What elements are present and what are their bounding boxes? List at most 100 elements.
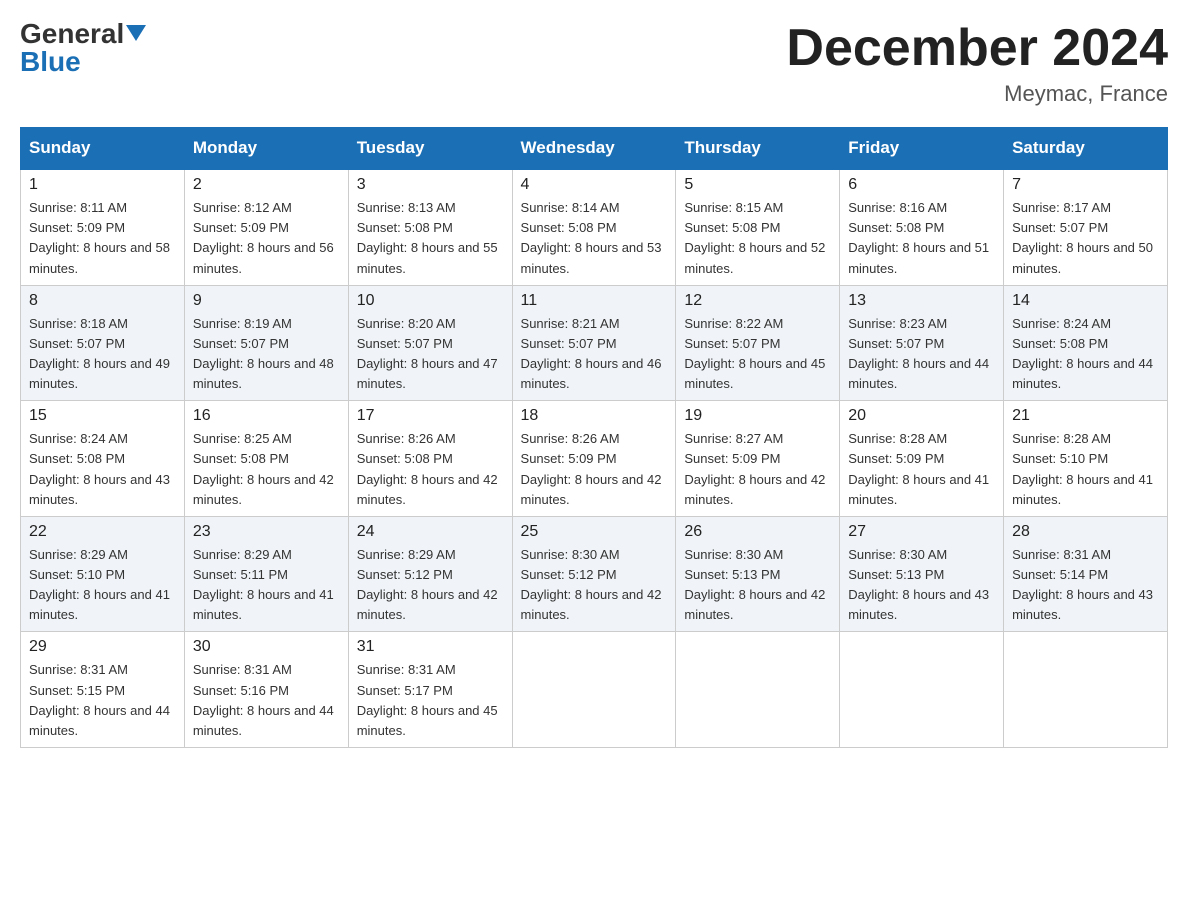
day-info: Sunrise: 8:24 AMSunset: 5:08 PMDaylight:… [29, 429, 176, 510]
day-number: 19 [684, 407, 831, 425]
table-row: 27 Sunrise: 8:30 AMSunset: 5:13 PMDayligh… [840, 516, 1004, 632]
table-row: 20Sunrise: 8:28 AMSunset: 5:09 PMDayligh… [840, 401, 1004, 517]
day-info: Sunrise: 8:24 AMSunset: 5:08 PMDaylight:… [1012, 314, 1159, 395]
table-row: 10 Sunrise: 8:20 AMSunset: 5:07 PMDayligh… [348, 285, 512, 401]
col-friday: Friday [840, 128, 1004, 170]
table-row [512, 632, 676, 748]
title-section: December 2024 Meymac, France [786, 20, 1168, 107]
day-info: Sunrise: 8:25 AMSunset: 5:08 PMDaylight:… [193, 429, 340, 510]
logo-general-text: General [20, 20, 146, 48]
day-number: 30 [193, 638, 340, 656]
day-info: Sunrise: 8:26 AMSunset: 5:09 PMDaylight:… [521, 429, 668, 510]
table-row: 22 Sunrise: 8:29 AMSunset: 5:10 PMDayligh… [21, 516, 185, 632]
day-number: 28 [1012, 523, 1159, 541]
day-info: Sunrise: 8:29 AMSunset: 5:11 PMDaylight:… [193, 545, 340, 626]
table-row: 19Sunrise: 8:27 AMSunset: 5:09 PMDayligh… [676, 401, 840, 517]
day-info: Sunrise: 8:30 AMSunset: 5:13 PMDaylight:… [684, 545, 831, 626]
table-row: 23 Sunrise: 8:29 AMSunset: 5:11 PMDayligh… [184, 516, 348, 632]
table-row: 17 Sunrise: 8:26 AMSunset: 5:08 PMDayligh… [348, 401, 512, 517]
table-row: 31Sunrise: 8:31 AMSunset: 5:17 PMDayligh… [348, 632, 512, 748]
day-number: 13 [848, 292, 995, 310]
table-row: 18 Sunrise: 8:26 AMSunset: 5:09 PMDayligh… [512, 401, 676, 517]
day-info: Sunrise: 8:26 AMSunset: 5:08 PMDaylight:… [357, 429, 504, 510]
day-number: 8 [29, 292, 176, 310]
table-row: 14 Sunrise: 8:24 AMSunset: 5:08 PMDayligh… [1004, 285, 1168, 401]
day-number: 1 [29, 176, 176, 194]
day-info: Sunrise: 8:23 AMSunset: 5:07 PMDaylight:… [848, 314, 995, 395]
day-number: 22 [29, 523, 176, 541]
calendar-week-row: 1 Sunrise: 8:11 AMSunset: 5:09 PMDaylight… [21, 169, 1168, 285]
table-row: 1 Sunrise: 8:11 AMSunset: 5:09 PMDaylight… [21, 169, 185, 285]
table-row [840, 632, 1004, 748]
day-number: 2 [193, 176, 340, 194]
month-title: December 2024 [786, 20, 1168, 77]
day-info: Sunrise: 8:30 AMSunset: 5:12 PMDaylight:… [521, 545, 668, 626]
day-number: 18 [521, 407, 668, 425]
table-row: 30 Sunrise: 8:31 AMSunset: 5:16 PMDayligh… [184, 632, 348, 748]
day-number: 17 [357, 407, 504, 425]
table-row: 7Sunrise: 8:17 AMSunset: 5:07 PMDaylight… [1004, 169, 1168, 285]
col-saturday: Saturday [1004, 128, 1168, 170]
day-number: 11 [521, 292, 668, 310]
logo: General Blue [20, 20, 146, 76]
day-info: Sunrise: 8:11 AMSunset: 5:09 PMDaylight:… [29, 198, 176, 279]
table-row: 24 Sunrise: 8:29 AMSunset: 5:12 PMDayligh… [348, 516, 512, 632]
calendar-week-row: 22 Sunrise: 8:29 AMSunset: 5:10 PMDayligh… [21, 516, 1168, 632]
day-number: 3 [357, 176, 504, 194]
day-number: 29 [29, 638, 176, 656]
table-row: 28 Sunrise: 8:31 AMSunset: 5:14 PMDayligh… [1004, 516, 1168, 632]
table-row: 6Sunrise: 8:16 AMSunset: 5:08 PMDaylight… [840, 169, 1004, 285]
table-row: 4Sunrise: 8:14 AMSunset: 5:08 PMDaylight… [512, 169, 676, 285]
day-number: 21 [1012, 407, 1159, 425]
day-number: 16 [193, 407, 340, 425]
table-row: 16 Sunrise: 8:25 AMSunset: 5:08 PMDayligh… [184, 401, 348, 517]
day-info: Sunrise: 8:19 AMSunset: 5:07 PMDaylight:… [193, 314, 340, 395]
day-number: 15 [29, 407, 176, 425]
day-info: Sunrise: 8:13 AMSunset: 5:08 PMDaylight:… [357, 198, 504, 279]
day-info: Sunrise: 8:21 AMSunset: 5:07 PMDaylight:… [521, 314, 668, 395]
day-info: Sunrise: 8:14 AMSunset: 5:08 PMDaylight:… [521, 198, 668, 279]
table-row [1004, 632, 1168, 748]
table-row: 8Sunrise: 8:18 AMSunset: 5:07 PMDaylight… [21, 285, 185, 401]
calendar-week-row: 15 Sunrise: 8:24 AMSunset: 5:08 PMDayligh… [21, 401, 1168, 517]
day-info: Sunrise: 8:31 AMSunset: 5:17 PMDaylight:… [357, 660, 504, 741]
day-number: 20 [848, 407, 995, 425]
day-info: Sunrise: 8:31 AMSunset: 5:14 PMDaylight:… [1012, 545, 1159, 626]
logo-blue-text: Blue [20, 48, 146, 76]
col-tuesday: Tuesday [348, 128, 512, 170]
calendar-week-row: 29Sunrise: 8:31 AMSunset: 5:15 PMDayligh… [21, 632, 1168, 748]
day-number: 10 [357, 292, 504, 310]
table-row [676, 632, 840, 748]
day-number: 25 [521, 523, 668, 541]
col-sunday: Sunday [21, 128, 185, 170]
day-info: Sunrise: 8:29 AMSunset: 5:12 PMDaylight:… [357, 545, 504, 626]
calendar-week-row: 8Sunrise: 8:18 AMSunset: 5:07 PMDaylight… [21, 285, 1168, 401]
day-number: 26 [684, 523, 831, 541]
table-row: 15 Sunrise: 8:24 AMSunset: 5:08 PMDayligh… [21, 401, 185, 517]
table-row: 13 Sunrise: 8:23 AMSunset: 5:07 PMDayligh… [840, 285, 1004, 401]
day-number: 7 [1012, 176, 1159, 194]
col-thursday: Thursday [676, 128, 840, 170]
day-number: 23 [193, 523, 340, 541]
table-row: 2Sunrise: 8:12 AMSunset: 5:09 PMDaylight… [184, 169, 348, 285]
table-row: 25 Sunrise: 8:30 AMSunset: 5:12 PMDayligh… [512, 516, 676, 632]
table-row: 29Sunrise: 8:31 AMSunset: 5:15 PMDayligh… [21, 632, 185, 748]
day-info: Sunrise: 8:22 AMSunset: 5:07 PMDaylight:… [684, 314, 831, 395]
page-header: General Blue December 2024 Meymac, Franc… [20, 20, 1168, 107]
calendar-header-row: Sunday Monday Tuesday Wednesday Thursday… [21, 128, 1168, 170]
location: Meymac, France [786, 81, 1168, 107]
table-row: 3 Sunrise: 8:13 AMSunset: 5:08 PMDaylight… [348, 169, 512, 285]
day-info: Sunrise: 8:30 AMSunset: 5:13 PMDaylight:… [848, 545, 995, 626]
day-number: 27 [848, 523, 995, 541]
day-info: Sunrise: 8:20 AMSunset: 5:07 PMDaylight:… [357, 314, 504, 395]
table-row: 26 Sunrise: 8:30 AMSunset: 5:13 PMDayligh… [676, 516, 840, 632]
day-info: Sunrise: 8:31 AMSunset: 5:16 PMDaylight:… [193, 660, 340, 741]
logo-arrow-icon [126, 25, 146, 41]
day-number: 24 [357, 523, 504, 541]
day-number: 14 [1012, 292, 1159, 310]
day-info: Sunrise: 8:15 AMSunset: 5:08 PMDaylight:… [684, 198, 831, 279]
table-row: 21 Sunrise: 8:28 AMSunset: 5:10 PMDayligh… [1004, 401, 1168, 517]
day-info: Sunrise: 8:29 AMSunset: 5:10 PMDaylight:… [29, 545, 176, 626]
day-info: Sunrise: 8:16 AMSunset: 5:08 PMDaylight:… [848, 198, 995, 279]
day-info: Sunrise: 8:28 AMSunset: 5:10 PMDaylight:… [1012, 429, 1159, 510]
